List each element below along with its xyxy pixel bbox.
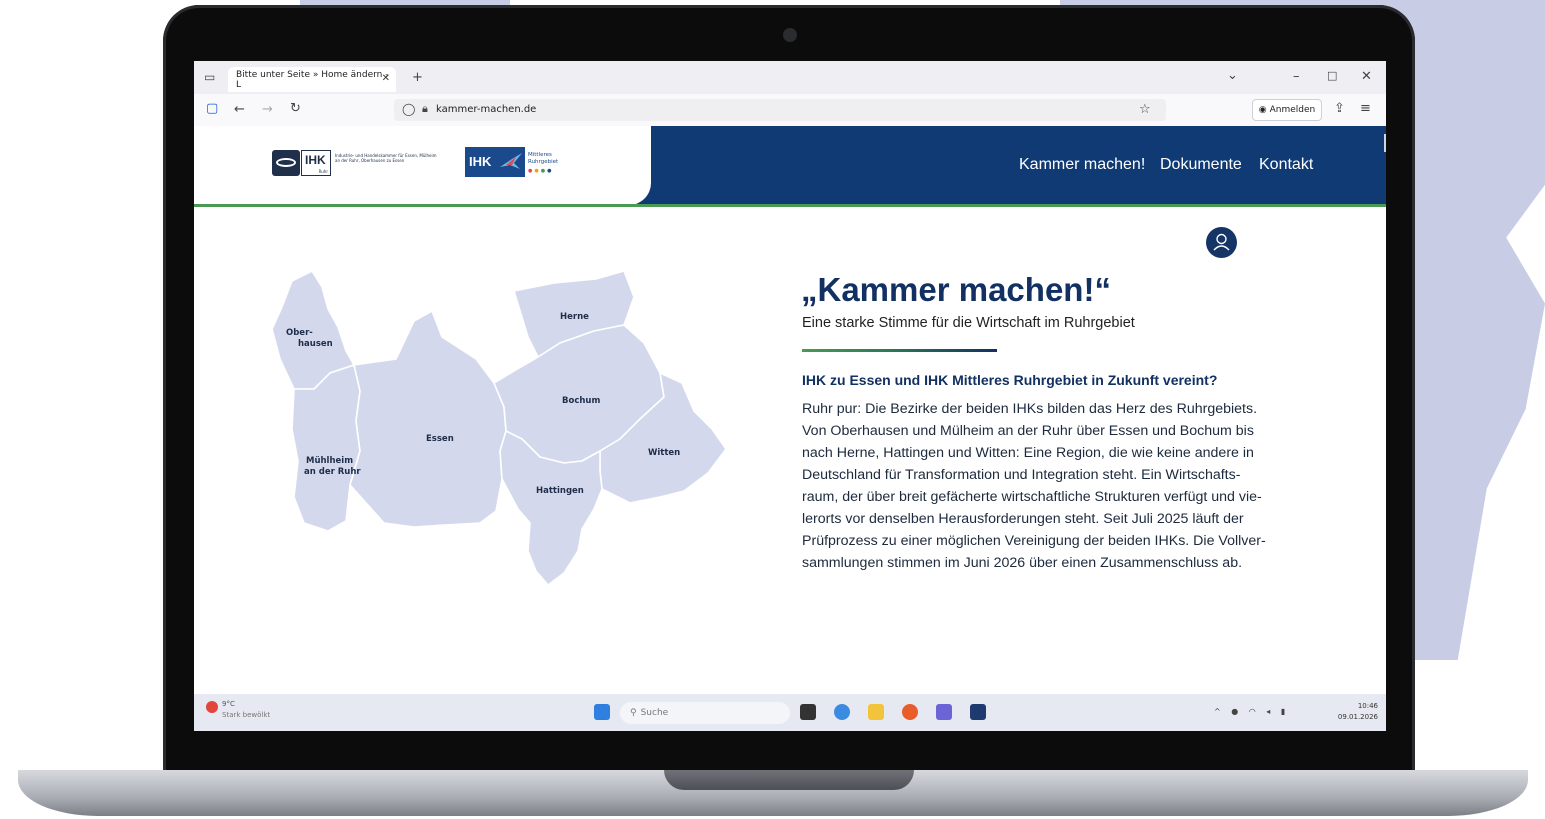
section-heading: IHK zu Essen und IHK Mittleres Ruhrgebie…	[802, 372, 1218, 388]
ihk-essen-emblem	[272, 150, 300, 176]
body-line-2: Von Oberhausen und Mülheim an der Ruhr ü…	[802, 423, 1254, 439]
tab-close-icon[interactable]: ✕	[382, 73, 390, 84]
bird-icon	[500, 153, 522, 169]
new-tab-button[interactable]: +	[412, 71, 423, 84]
tab-list-icon[interactable]: ▭	[204, 71, 215, 83]
sidebar-toggle-icon[interactable]: ▢	[206, 102, 218, 115]
widgets-icon[interactable]	[834, 704, 850, 720]
menu-icon[interactable]: ≡	[1360, 102, 1371, 115]
ihk-essen-text: Industrie- und Handelskammer für Essen, …	[335, 153, 437, 163]
laptop-screen: ▭ Bitte unter Seite » Home ändern - L ✕ …	[194, 61, 1386, 731]
start-button[interactable]	[594, 704, 610, 720]
nav-dokumente[interactable]: Dokumente	[1160, 156, 1242, 174]
close-window-button[interactable]: ✕	[1361, 70, 1372, 83]
taskbar-search-icon: ⚲	[630, 708, 637, 718]
lock-icon: 🔒︎	[422, 102, 428, 115]
body-line-3: nach Herne, Hattingen und Witten: Eine R…	[802, 445, 1254, 461]
nav-kammer-machen[interactable]: Kammer machen!	[1019, 156, 1145, 174]
site-header: IHK Ruhr Industrie- und Handelskammer fü…	[194, 126, 1386, 207]
map-label-witten: Witten	[648, 448, 680, 458]
taskbar-search-placeholder: Suche	[640, 708, 669, 718]
region-muelheim[interactable]	[291, 364, 361, 532]
clock-date: 09.01.2026	[1337, 713, 1378, 721]
map-label-oberhausen-1: Ober-	[286, 328, 313, 338]
address-bar[interactable]: ◯ 🔒︎ kammer-machen.de ☆	[394, 99, 1166, 121]
back-icon[interactable]: ←	[234, 103, 245, 116]
minimize-button[interactable]: –	[1293, 70, 1300, 83]
page-scrollbar[interactable]	[1384, 134, 1386, 152]
logo-card: IHK Ruhr Industrie- und Handelskammer fü…	[194, 126, 651, 205]
shield-icon: ◯	[402, 102, 416, 116]
map-label-hattingen: Hattingen	[536, 486, 584, 496]
weather-desc: Stark bewölkt	[222, 711, 271, 719]
hero-subtitle: Eine starke Stimme für die Wirtschaft im…	[802, 315, 1135, 331]
hero-title: „Kammer machen!“	[801, 271, 1111, 308]
weather-icon	[206, 701, 218, 713]
taskbar-clock[interactable]: 10:46 09.01.2026	[1338, 701, 1378, 723]
header-accent-line	[194, 204, 1386, 207]
sign-in-button[interactable]: ◉ Anmelden	[1252, 99, 1322, 121]
reload-icon[interactable]: ↻	[290, 102, 301, 115]
weather-widget[interactable]: 9°C Stark bewölkt	[206, 700, 306, 726]
user-avatar-button[interactable]	[1206, 227, 1237, 258]
ihk-mittleres-dots: ●●●●	[528, 168, 554, 174]
account-icon: ◉	[1258, 105, 1267, 115]
bookmark-star-icon[interactable]: ☆	[1139, 103, 1151, 116]
url-text: kammer-machen.de	[436, 104, 537, 115]
ihk-essen-mark: IHK	[305, 153, 326, 167]
map-label-muelheim-1: Mühlheim	[306, 456, 353, 466]
browser-toolbar: ▢ ← → ↻ ◯ 🔒︎ kammer-machen.de ☆ ◉ Anmeld…	[194, 94, 1386, 126]
body-line-7: Prüfprozess zu einer möglichen Vereinigu…	[802, 533, 1266, 549]
sign-in-label: Anmelden	[1269, 105, 1316, 115]
webcam	[783, 28, 797, 42]
tab-list-dropdown-icon[interactable]: ⌄	[1227, 69, 1238, 82]
map-label-bochum: Bochum	[562, 396, 600, 406]
body-line-1: Ruhr pur: Die Bezirke der beiden IHKs bi…	[802, 401, 1258, 417]
ihk-mittleres-logo[interactable]: IHK Mittleres Ruhrgebiet ●●●●	[465, 147, 575, 179]
browser-tab[interactable]: Bitte unter Seite » Home ändern - L ✕	[228, 67, 396, 92]
map-label-herne: Herne	[560, 312, 589, 322]
region-map: Ober- hausen Mühlheim an der Ruhr Essen …	[271, 270, 727, 586]
tab-title: Bitte unter Seite » Home ändern - L	[236, 69, 389, 90]
forward-icon: →	[262, 102, 273, 117]
body-line-8: sammlungen stimmen im Juni 2026 über ein…	[802, 555, 1243, 571]
user-icon	[1213, 233, 1230, 251]
clock-time: 10:46	[1357, 702, 1378, 710]
browser-tab-bar: ▭ Bitte unter Seite » Home ändern - L ✕ …	[194, 61, 1386, 94]
ihk-essen-sub: Ruhr	[318, 169, 328, 174]
teams-icon[interactable]	[936, 704, 952, 720]
share-icon[interactable]: ⇪	[1334, 102, 1345, 115]
firefox-icon[interactable]	[902, 704, 918, 720]
ihk-mittleres-mark: IHK	[469, 154, 492, 169]
ihk-essen-logo[interactable]: IHK Ruhr Industrie- und Handelskammer fü…	[272, 150, 442, 178]
terminal-icon[interactable]	[970, 704, 986, 720]
map-label-oberhausen-2: hausen	[298, 339, 333, 349]
maximize-button[interactable]: □	[1327, 70, 1337, 81]
ihk-mittleres-line1: Mittleres	[528, 152, 552, 158]
task-view-icon[interactable]	[800, 704, 816, 720]
laptop-notch	[664, 770, 914, 790]
body-line-5: raum, der über breit gefächerte wirtscha…	[802, 489, 1262, 505]
region-essen[interactable]	[349, 310, 507, 528]
ihk-mittleres-line2: Ruhrgebiet	[528, 159, 559, 165]
body-line-4: Deutschland für Transformation und Integ…	[802, 467, 1241, 483]
taskbar-search[interactable]: ⚲ Suche	[620, 702, 790, 724]
system-tray[interactable]: ^ ● ◠ ◂ ▮	[1214, 707, 1289, 716]
weather-temp: 9°C	[222, 700, 235, 708]
map-label-muelheim-2: an der Ruhr	[304, 467, 361, 477]
os-taskbar: 9°C Stark bewölkt ⚲ Suche ^ ● ◠ ◂ ▮ 10:4…	[194, 694, 1386, 731]
file-explorer-icon[interactable]	[868, 704, 884, 720]
map-label-essen: Essen	[426, 434, 454, 444]
body-line-6: lerorts vor denselben Herausforderungen …	[802, 511, 1244, 527]
hero-divider	[802, 349, 997, 352]
nav-kontakt[interactable]: Kontakt	[1259, 156, 1313, 174]
